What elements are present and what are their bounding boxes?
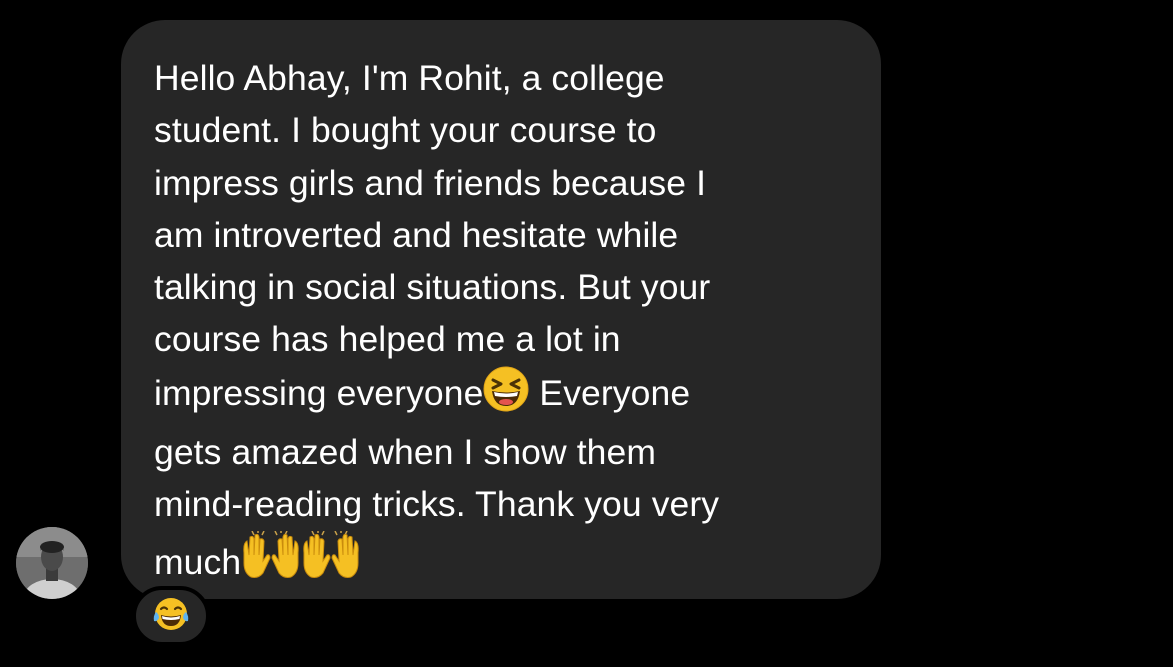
message-line: am introverted and hesitate while xyxy=(154,214,679,255)
message-line: course has helped me a lot in xyxy=(154,319,621,360)
message-line-part: Everyone xyxy=(529,372,691,413)
message-reaction[interactable] xyxy=(132,586,210,646)
sender-avatar[interactable] xyxy=(16,527,88,599)
message-line-part: much xyxy=(154,541,242,582)
avatar-photo xyxy=(16,527,88,599)
raising-hands-emoji-icon xyxy=(301,529,361,595)
message-text: Hello Abhay, I'm Rohit, a college studen… xyxy=(154,52,851,595)
raising-hands-emoji-icon xyxy=(241,529,301,595)
face-with-tears-of-joy-icon xyxy=(153,596,189,637)
message-line: gets amazed when I show them xyxy=(154,432,657,473)
message-line: much xyxy=(154,529,851,595)
message-line: talking in social situations. But your xyxy=(154,267,711,308)
grinning-squinting-face-emoji-icon xyxy=(483,366,529,426)
chat-screen: Hello Abhay, I'm Rohit, a college studen… xyxy=(0,0,1173,667)
message-line: student. I bought your course to xyxy=(154,110,657,151)
message-line-part: impressing everyone xyxy=(154,372,484,413)
message-line: impressing everyone Everyone xyxy=(154,366,851,426)
message-line: Hello Abhay, I'm Rohit, a college xyxy=(154,58,665,98)
message-bubble[interactable]: Hello Abhay, I'm Rohit, a college studen… xyxy=(121,20,881,599)
message-line: mind-reading tricks. Thank you very xyxy=(154,484,720,525)
message-line: impress girls and friends because I xyxy=(154,162,707,203)
